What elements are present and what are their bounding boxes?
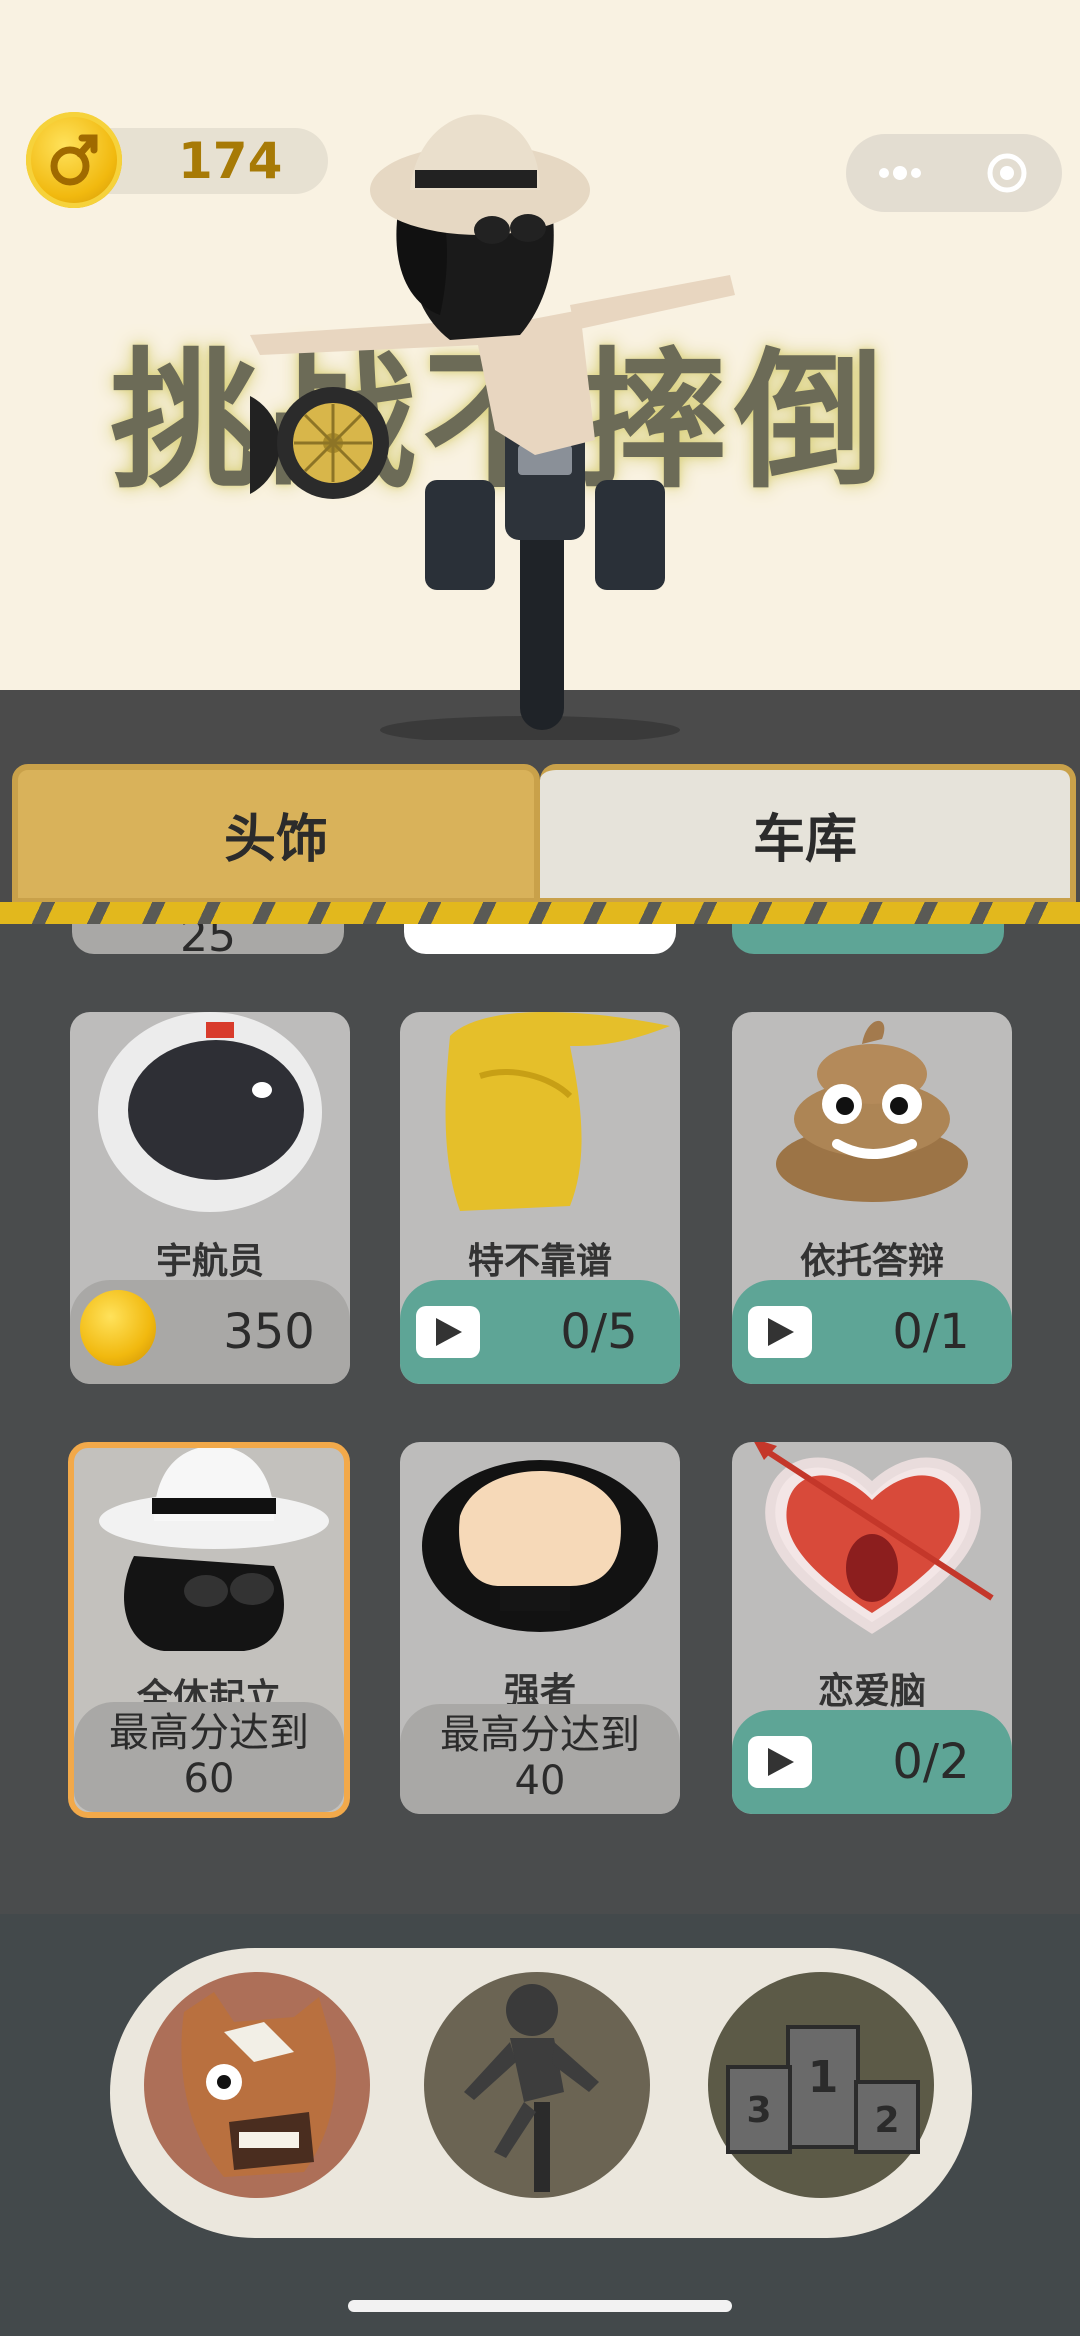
video-unlock-bar[interactable]: 0/2 [732, 1710, 1012, 1814]
item-card[interactable]: 宇航员 350 [70, 1012, 350, 1384]
item-grid[interactable]: 25 宇航员 350 特不靠谱 0/5 依托答辩 0/1 全体起立 最高分达到 … [0, 924, 1080, 1914]
hazard-stripe-divider [0, 902, 1080, 924]
item-name: 依托答辩 [799, 1241, 944, 1282]
coin-icon [80, 1290, 156, 1366]
play-video-icon [748, 1306, 812, 1358]
svg-text:2: 2 [874, 2100, 899, 2141]
condition-score: 40 [514, 1758, 566, 1804]
condition-text: 最高分达到 [440, 1712, 640, 1758]
tab-headwear[interactable]: 头饰 [12, 764, 540, 904]
video-unlock-bar[interactable]: 0/5 [400, 1280, 680, 1384]
rider-icon [464, 1984, 599, 2192]
video-progress: 0/5 [560, 1304, 638, 1360]
close-miniprogram-icon[interactable] [986, 152, 1028, 194]
horse-mask-icon [181, 1992, 336, 2177]
partial-card[interactable] [732, 924, 1004, 954]
home-indicator[interactable] [348, 2300, 732, 2312]
tab-garage[interactable]: 车库 [540, 764, 1076, 904]
video-progress: 0/2 [892, 1734, 970, 1790]
svg-text:1: 1 [808, 2052, 839, 2103]
item-name: 宇航员 [155, 1241, 264, 1282]
partial-card-price: 25 [180, 924, 236, 962]
condition-text: 最高分达到 [109, 1710, 309, 1756]
poop-icon [776, 1020, 968, 1202]
heart-hat-icon [754, 1442, 994, 1634]
mini-program-capsule[interactable] [846, 134, 1062, 212]
item-card-selected[interactable]: 全体起立 最高分达到 60 [68, 1442, 350, 1818]
dock-button-skins[interactable] [144, 1972, 370, 2198]
coin-icon [26, 112, 122, 208]
item-price: 350 [223, 1304, 315, 1360]
spare-wheel-icon [277, 387, 389, 499]
price-bar[interactable]: 350 [70, 1280, 350, 1384]
condition-score: 60 [183, 1756, 235, 1802]
play-video-icon [748, 1736, 812, 1788]
item-name: 恋爱脑 [817, 1671, 926, 1712]
item-card[interactable]: 依托答辩 0/1 [732, 1012, 1012, 1384]
podium-icon: 1 3 2 [726, 2025, 920, 2154]
item-card[interactable]: 恋爱脑 0/2 [732, 1442, 1012, 1814]
partial-card[interactable]: 25 [72, 924, 344, 962]
astronaut-helmet-icon [98, 1012, 322, 1212]
svg-text:3: 3 [746, 2090, 771, 2131]
dock-button-play[interactable] [424, 1972, 650, 2198]
play-video-icon [416, 1306, 480, 1358]
unlock-condition: 最高分达到 40 [400, 1704, 680, 1814]
fedora-hat-icon [99, 1448, 329, 1651]
item-card[interactable]: 特不靠谱 0/5 [400, 1012, 680, 1384]
category-tabs: 头饰 车库 [12, 764, 1076, 914]
partial-card[interactable] [404, 924, 676, 954]
video-progress: 0/1 [892, 1304, 970, 1360]
video-unlock-bar[interactable]: 0/1 [732, 1280, 1012, 1384]
dock-button-leaderboard[interactable]: 1 3 2 [708, 1972, 934, 2198]
coin-count: 174 [178, 132, 283, 190]
unlock-condition: 最高分达到 60 [74, 1702, 344, 1812]
item-card[interactable]: 强者 最高分达到 40 [400, 1442, 680, 1814]
balding-hair-icon [422, 1460, 658, 1632]
blond-hair-icon [445, 1012, 670, 1211]
more-icon[interactable] [874, 152, 934, 194]
item-name: 特不靠谱 [467, 1241, 612, 1282]
